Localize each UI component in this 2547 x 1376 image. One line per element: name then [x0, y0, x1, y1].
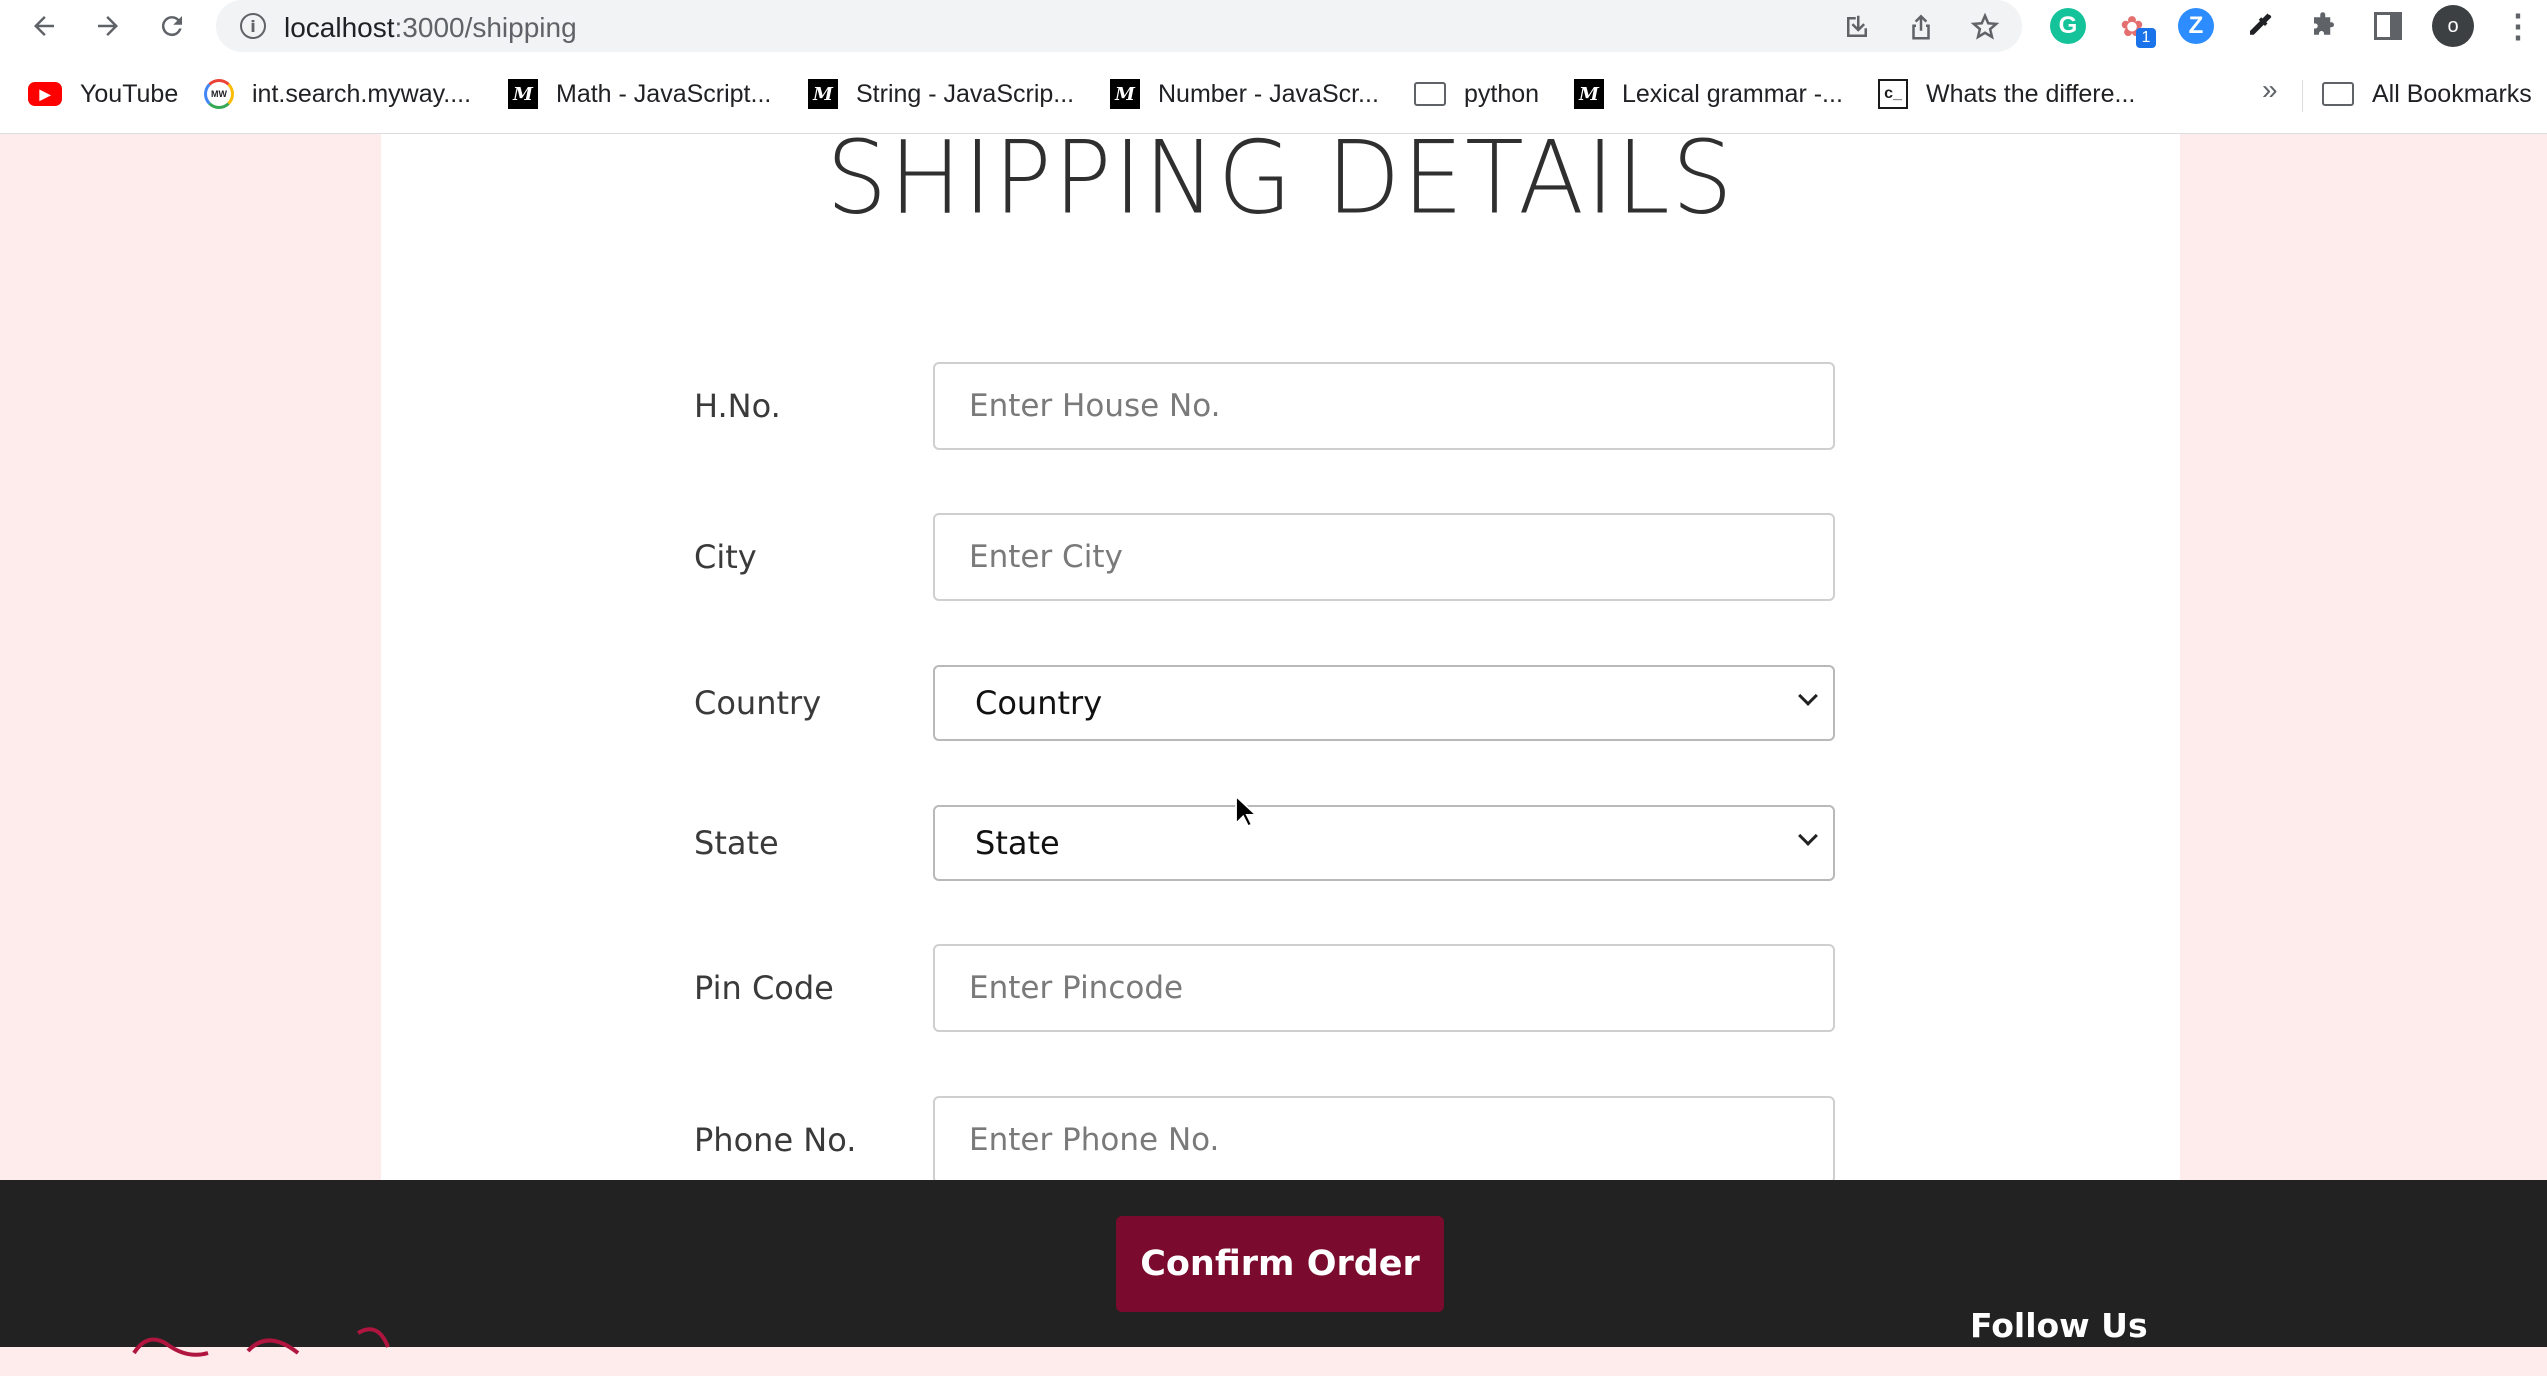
bookmark-label: int.search.myway....	[252, 79, 472, 108]
bookmarks-divider	[2302, 80, 2303, 112]
city-input[interactable]: Enter City	[933, 513, 1835, 601]
hno-label: H.No.	[694, 387, 781, 425]
extension-badge-count: 1	[2136, 28, 2156, 48]
bookmark-math-js[interactable]: M Math - JavaScript...	[508, 76, 771, 112]
grammarly-extension-icon[interactable]: G	[2050, 8, 2086, 44]
mdn-icon: M	[1110, 79, 1140, 109]
city-row: City Enter City	[381, 513, 2180, 601]
bookmark-number-js[interactable]: M Number - JavaScr...	[1110, 76, 1379, 112]
install-app-icon[interactable]	[1840, 10, 1874, 44]
share-icon[interactable]	[1904, 10, 1938, 44]
footer: Confirm Order Follow Us	[0, 1180, 2547, 1357]
phone-label: Phone No.	[694, 1121, 857, 1159]
bookmark-lexical-grammar[interactable]: M Lexical grammar -...	[1574, 76, 1843, 112]
bookmark-label: YouTube	[80, 79, 179, 108]
codeproject-icon: c_	[1878, 79, 1908, 109]
bookmark-label: Math - JavaScript...	[556, 79, 772, 108]
pincode-label: Pin Code	[694, 969, 834, 1007]
bookmarks-overflow-chevron[interactable]: »	[2262, 74, 2278, 106]
youtube-icon: ▶	[28, 82, 62, 106]
page-background: SHIPPING DETAILS H.No. Enter House No. C…	[0, 119, 2547, 1184]
bookmark-folder-python[interactable]: python	[1414, 76, 1539, 112]
shipping-card: SHIPPING DETAILS H.No. Enter House No. C…	[381, 119, 2180, 1184]
kebab-menu-icon[interactable]: ⋮	[2500, 8, 2536, 44]
pincode-input[interactable]: Enter Pincode	[933, 944, 1835, 1032]
city-label: City	[694, 538, 757, 576]
country-select[interactable]: Country	[933, 665, 1835, 741]
phone-row: Phone No. Enter Phone No.	[381, 1096, 2180, 1184]
state-selected-value: State	[975, 824, 1060, 862]
chevron-down-icon	[1798, 686, 1818, 706]
mdn-icon: M	[508, 79, 538, 109]
myway-icon: MW	[204, 79, 234, 109]
phone-input[interactable]: Enter Phone No.	[933, 1096, 1835, 1184]
profile-avatar[interactable]: o	[2432, 5, 2474, 47]
folder-icon	[1414, 82, 1446, 106]
page-title: SHIPPING DETAILS	[826, 119, 1735, 237]
chevron-down-icon	[1798, 826, 1818, 846]
extension-badge-icon[interactable]: ✿ 1	[2114, 8, 2156, 48]
country-label: Country	[694, 684, 822, 722]
bookmark-string-js[interactable]: M String - JavaScrip...	[808, 76, 1074, 112]
url-path: :3000/shipping	[394, 12, 577, 43]
bookmark-label: python	[1464, 79, 1540, 108]
hno-input[interactable]: Enter House No.	[933, 362, 1835, 450]
pincode-row: Pin Code Enter Pincode	[381, 944, 2180, 1032]
zoom-extension-icon[interactable]: Z	[2178, 8, 2214, 44]
bookmark-label: String - JavaScrip...	[856, 79, 1075, 108]
site-info-icon[interactable]: i	[240, 13, 266, 39]
eyedropper-extension-icon[interactable]	[2242, 8, 2278, 44]
country-row: Country Country	[381, 665, 2180, 741]
forward-arrow-icon[interactable]	[88, 6, 128, 46]
extensions-puzzle-icon[interactable]	[2306, 8, 2342, 44]
state-select[interactable]: State	[933, 805, 1835, 881]
bookmark-label: Number - JavaScr...	[1158, 79, 1379, 108]
all-bookmarks-folder[interactable]: All Bookmarks	[2322, 76, 2532, 112]
follow-us-heading: Follow Us	[1970, 1306, 2148, 1345]
footer-logo	[128, 1316, 408, 1376]
url-text[interactable]: localhost:3000/shipping	[284, 12, 577, 44]
side-panel-icon[interactable]	[2370, 8, 2406, 44]
state-row: State State	[381, 805, 2180, 881]
bookmark-label: Whats the differe...	[1926, 79, 2136, 108]
all-bookmarks-label: All Bookmarks	[2372, 79, 2532, 108]
url-host: localhost	[284, 12, 395, 43]
browser-toolbar: i localhost:3000/shipping G ✿ 1 Z o ⋮	[0, 0, 2547, 52]
back-arrow-icon[interactable]	[24, 6, 64, 46]
avatar-letter: o	[2447, 14, 2459, 37]
bookmark-star-icon[interactable]	[1968, 10, 2002, 44]
reload-icon[interactable]	[152, 6, 192, 46]
address-bar[interactable]: i localhost:3000/shipping	[216, 0, 2022, 52]
state-label: State	[694, 824, 779, 862]
bookmark-whats-the-difference[interactable]: c_ Whats the differe...	[1878, 76, 2135, 112]
mdn-icon: M	[1574, 79, 1604, 109]
confirm-order-button[interactable]: Confirm Order	[1116, 1216, 1444, 1312]
country-selected-value: Country	[975, 684, 1103, 722]
bookmark-myway[interactable]: MW int.search.myway....	[204, 76, 471, 112]
mdn-icon: M	[808, 79, 838, 109]
hno-row: H.No. Enter House No.	[381, 362, 2180, 450]
bookmark-label: Lexical grammar -...	[1622, 79, 1843, 108]
bookmark-youtube[interactable]: ▶ YouTube	[28, 76, 178, 112]
folder-icon	[2322, 82, 2354, 106]
